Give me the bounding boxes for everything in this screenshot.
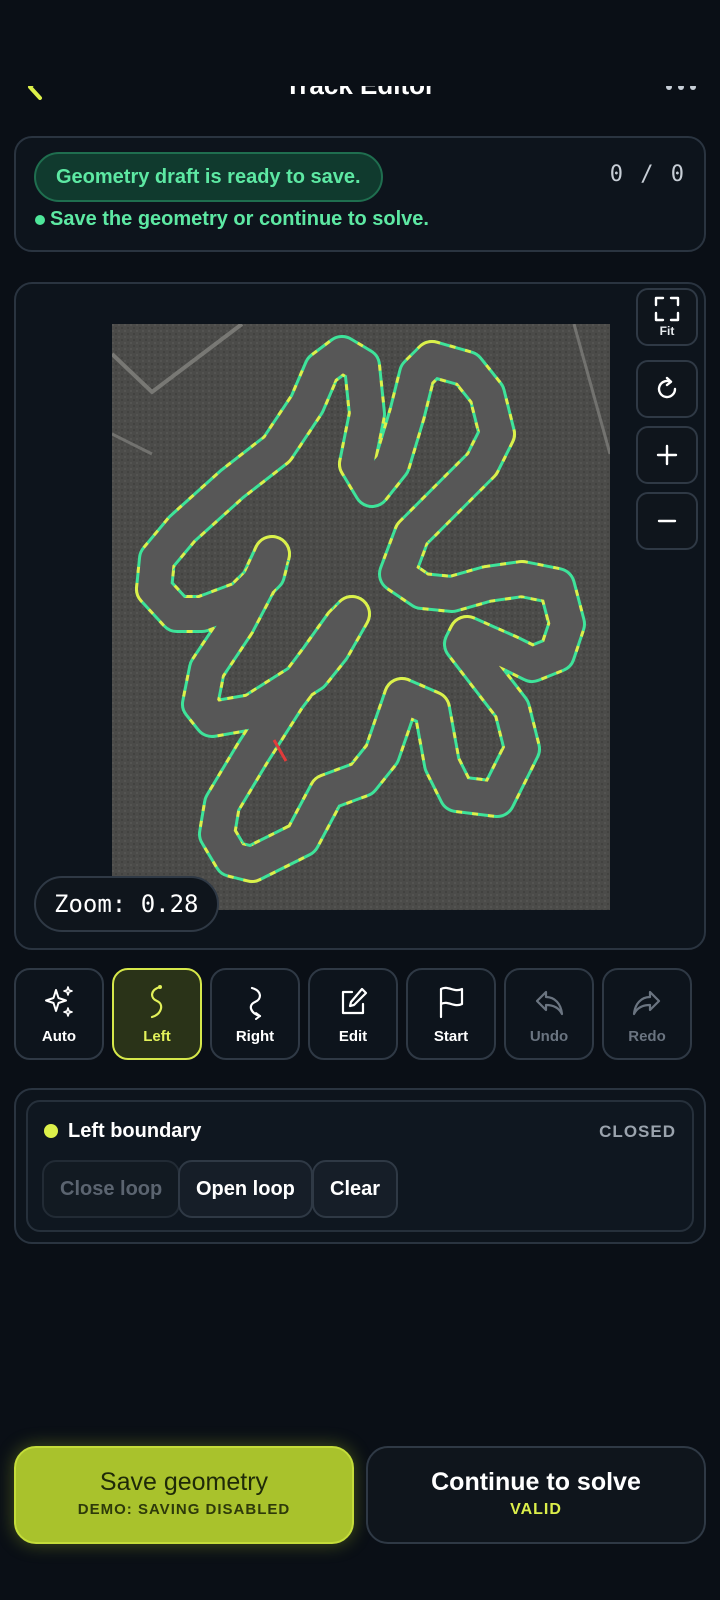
status-card: Geometry draft is ready to save. 0 / 0 S… <box>14 136 706 252</box>
plus-icon <box>656 444 678 466</box>
fullscreen-icon <box>654 296 680 322</box>
tool-label: Undo <box>529 1028 569 1045</box>
minus-icon <box>657 519 677 523</box>
tool-label: Left <box>143 1028 171 1045</box>
fit-button[interactable]: Fit <box>636 288 698 346</box>
clear-button[interactable]: Clear <box>312 1160 399 1218</box>
tool-label: Redo <box>628 1028 666 1045</box>
save-label: Save geometry <box>99 1468 269 1496</box>
app-header: Track Editor <box>0 60 720 116</box>
save-sublabel: DEMO: SAVING DISABLED <box>77 1501 291 1518</box>
open-loop-button[interactable]: Open loop <box>178 1160 313 1218</box>
zoom-readout: Zoom: 0.28 <box>34 876 219 932</box>
track-canvas <box>112 324 610 910</box>
reset-view-button[interactable] <box>636 360 698 418</box>
status-dot <box>35 215 45 225</box>
tool-bar: Auto Left Right Edit Start Undo Redo <box>14 968 706 1060</box>
continue-to-solve-button[interactable]: Continue to solve VALID <box>366 1446 706 1544</box>
boundary-state: CLOSED <box>599 1122 676 1141</box>
zoom-out-button[interactable] <box>636 492 698 550</box>
status-message: Save the geometry or continue to solve. <box>50 208 429 230</box>
tool-edit[interactable]: Edit <box>308 968 398 1060</box>
save-geometry-button[interactable]: Save geometry DEMO: SAVING DISABLED <box>14 1446 354 1544</box>
tool-redo[interactable]: Redo <box>602 968 692 1060</box>
tool-label: Right <box>235 1028 275 1045</box>
tool-label: Auto <box>41 1028 77 1045</box>
right-boundary-icon <box>249 986 262 1020</box>
status-pill: Geometry draft is ready to save. <box>34 152 383 202</box>
fit-label: Fit <box>659 324 675 338</box>
tool-left[interactable]: Left <box>112 968 202 1060</box>
tool-start[interactable]: Start <box>406 968 496 1060</box>
solve-sublabel: VALID <box>510 1501 562 1518</box>
boundary-color-dot <box>44 1124 58 1138</box>
track-map[interactable] <box>112 324 610 910</box>
edit-icon <box>341 987 368 1015</box>
flag-icon <box>439 986 464 1019</box>
undo-icon <box>535 990 564 1016</box>
tool-right[interactable]: Right <box>210 968 300 1060</box>
tool-label: Edit <box>338 1028 368 1045</box>
sparkles-icon <box>45 986 73 1017</box>
left-boundary-icon <box>150 985 163 1019</box>
map-card: Fit Zoom: 0.28 <box>14 282 706 950</box>
tool-label: Start <box>433 1028 469 1045</box>
boundary-inner: Left boundary CLOSED Close loop Open loo… <box>26 1100 694 1232</box>
close-loop-button[interactable]: Close loop <box>42 1160 181 1218</box>
tool-undo[interactable]: Undo <box>504 968 594 1060</box>
solve-label: Continue to solve <box>431 1468 641 1496</box>
header-clip <box>0 60 720 86</box>
zoom-in-button[interactable] <box>636 426 698 484</box>
refresh-icon <box>657 376 677 399</box>
redo-icon <box>632 990 661 1016</box>
boundary-title: Left boundary <box>68 1120 202 1142</box>
tool-auto[interactable]: Auto <box>14 968 104 1060</box>
boundary-panel: Left boundary CLOSED Close loop Open loo… <box>14 1088 706 1244</box>
progress-counter: 0 / 0 <box>609 162 686 187</box>
